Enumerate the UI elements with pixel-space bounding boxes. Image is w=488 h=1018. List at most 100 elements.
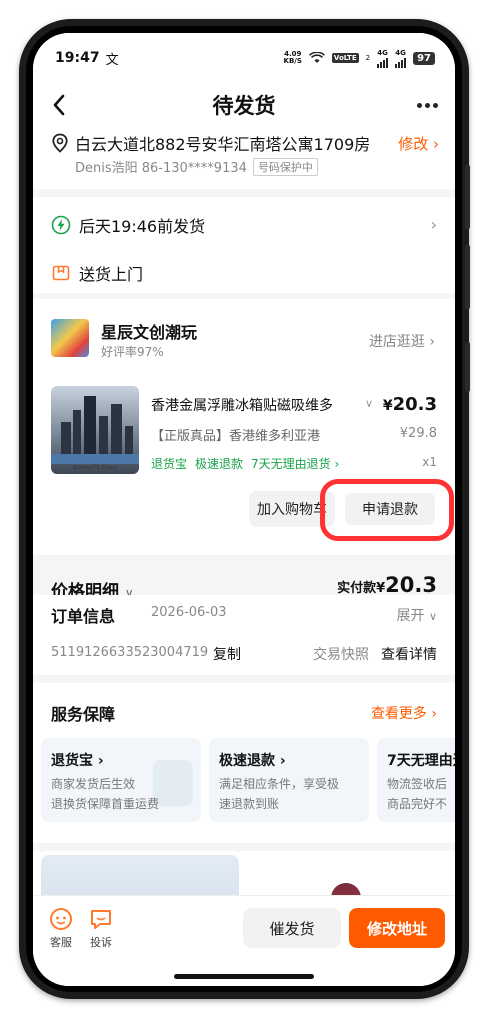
number-protection-badge: 号码保护中 bbox=[252, 157, 318, 176]
power-button bbox=[465, 342, 470, 392]
home-indicator[interactable] bbox=[174, 974, 314, 979]
product-subtitle: 【正版真品】香港维多利亚港 bbox=[151, 429, 321, 444]
price-symbol: ¥ bbox=[382, 398, 393, 414]
signal-1: 4G bbox=[377, 48, 389, 68]
more-options-icon[interactable] bbox=[417, 97, 441, 113]
product-price: ¥20.3 bbox=[383, 394, 437, 415]
service-card-fast-refund[interactable]: 极速退款 › 满足相应条件，享受极 速退款到账 bbox=[209, 738, 369, 822]
actual-payment: 实付款¥20.3 bbox=[337, 573, 437, 597]
copy-button[interactable]: 复制 bbox=[213, 644, 241, 664]
volte-badge: VoLTE bbox=[331, 53, 359, 63]
sim-index: 2 bbox=[365, 54, 371, 62]
service-card-desc: 商家发货后生效 退换货保障首重运费 bbox=[51, 774, 191, 814]
actual-payment-value: 20.3 bbox=[385, 573, 437, 597]
order-info-section: 订单信息 2026-06-03 展开 ∨ 5119126633523004719… bbox=[33, 595, 455, 675]
view-more-link[interactable]: 查看更多 › bbox=[371, 703, 437, 723]
service-card-desc-line: 满足相应条件，享受极 bbox=[219, 777, 340, 791]
address-section[interactable]: 白云大道北882号安华汇南塔公寓1709房 修改 › Denis浩阳 86-13… bbox=[33, 127, 455, 189]
service-card-desc-line: 退换货保障首重运费 bbox=[51, 797, 160, 811]
delivery-method-row: 送货上门 bbox=[51, 261, 143, 285]
service-card-title: 退货宝 › bbox=[51, 753, 104, 769]
service-card-desc-line: 物流签收后 bbox=[387, 777, 448, 791]
service-card-desc-line: 商家发货后生效 bbox=[51, 777, 136, 791]
product-title[interactable]: 香港金属浮雕冰箱贴磁吸维多 bbox=[151, 395, 361, 415]
language-icon: 文 bbox=[105, 52, 119, 68]
order-info-title: 订单信息 bbox=[51, 607, 116, 626]
service-card-desc: 满足相应条件，享受极 速退款到账 bbox=[219, 774, 359, 814]
status-bar: 19:47 文 4.09 KB/S VoLTE 2 4G 4G 97 bbox=[33, 33, 455, 83]
order-number: 5119126633523004719 bbox=[51, 645, 209, 660]
quantity: x1 bbox=[422, 455, 437, 469]
complaint-button[interactable]: 投诉 bbox=[85, 906, 117, 950]
net-type-1: 4G bbox=[377, 48, 388, 57]
chevron-down-icon: ∨ bbox=[428, 610, 437, 623]
actual-payment-label: 实付款¥ bbox=[337, 581, 386, 596]
view-details-link[interactable]: 查看详情 bbox=[381, 644, 437, 664]
app-screen: 19:47 文 4.09 KB/S VoLTE 2 4G 4G 97 待发货 白… bbox=[33, 33, 455, 986]
ship-time-row[interactable]: 后天19:46前发货 bbox=[51, 213, 205, 237]
service-card-return-insurance[interactable]: 退货宝 › 商家发货后生效 退换货保障首重运费 bbox=[41, 738, 201, 822]
volume-up-button bbox=[465, 165, 470, 229]
tag-return-insurance: 退货宝 bbox=[151, 457, 188, 471]
customer-service-label: 客服 bbox=[50, 936, 72, 949]
status-time: 19:47 bbox=[55, 50, 100, 66]
wifi-icon bbox=[308, 52, 325, 63]
price-value: 20.3 bbox=[392, 394, 437, 415]
nav-bar: 待发货 bbox=[33, 83, 455, 127]
lightning-icon bbox=[51, 215, 71, 235]
back-arrow-icon[interactable] bbox=[47, 92, 73, 118]
net-speed: 4.09 KB/S bbox=[284, 51, 302, 65]
battery-icon: 97 bbox=[413, 51, 435, 65]
delivery-section: 后天19:46前发货 › 送货上门 bbox=[33, 197, 455, 293]
urge-shipment-button[interactable]: 催发货 bbox=[243, 908, 341, 948]
service-title: 服务保障 bbox=[51, 705, 116, 724]
service-card-desc: 物流签收后 商品完好不 bbox=[387, 774, 455, 814]
shop-name[interactable]: 星辰文创潮玩 bbox=[101, 319, 197, 343]
package-icon bbox=[52, 265, 70, 281]
volume-down-button bbox=[465, 245, 470, 309]
order-item-section: 星辰文创潮玩 好评率97% 进店逛逛 › 80mm×79.73mm 香港金属浮雕… bbox=[33, 299, 455, 602]
service-card-desc-line: 速退款到账 bbox=[219, 797, 280, 811]
product-image[interactable]: 80mm×79.73mm bbox=[51, 386, 139, 474]
contact-text: Denis浩阳 86-130****9134 bbox=[75, 161, 247, 176]
original-price: ¥29.8 bbox=[399, 426, 437, 441]
complaint-label: 投诉 bbox=[90, 936, 112, 949]
address-line: 白云大道北882号安华汇南塔公寓1709房 bbox=[75, 135, 371, 154]
signal-bars-icon bbox=[377, 57, 389, 68]
customer-service-button[interactable]: 客服 bbox=[45, 906, 77, 950]
enter-shop-link[interactable]: 进店逛逛 › bbox=[369, 331, 435, 351]
order-date: 2026-06-03 bbox=[151, 605, 227, 620]
contact-info: Denis浩阳 86-130****9134 号码保护中 bbox=[75, 157, 318, 176]
service-section: 服务保障 查看更多 › 退货宝 › 商家发货后生效 退换货保障首重运费 极速退款… bbox=[33, 683, 455, 843]
service-tags[interactable]: 退货宝 极速退款 7天无理由退货 › bbox=[151, 455, 369, 472]
modify-address-button[interactable]: 修改地址 bbox=[349, 908, 445, 948]
location-pin-icon bbox=[52, 133, 68, 153]
edit-address-link[interactable]: 修改 › bbox=[398, 133, 439, 154]
service-card-7day-return[interactable]: 7天无理由退 物流签收后 商品完好不 bbox=[377, 738, 455, 822]
customer-service-icon bbox=[50, 908, 72, 930]
expand-toggle[interactable]: 展开 ∨ bbox=[396, 605, 437, 625]
signal-2: 4G bbox=[395, 48, 407, 68]
net-speed-unit: KB/S bbox=[283, 57, 302, 65]
chevron-right-icon: › bbox=[430, 215, 437, 234]
shop-logo[interactable] bbox=[51, 319, 89, 357]
service-card-title: 极速退款 › bbox=[219, 753, 286, 769]
product-image-caption: 80mm×79.73mm bbox=[72, 465, 118, 471]
delivery-method-text: 送货上门 bbox=[79, 265, 144, 284]
expand-label: 展开 bbox=[396, 608, 425, 624]
service-card-desc-line: 商品完好不 bbox=[387, 797, 448, 811]
complaint-icon bbox=[91, 910, 111, 929]
tag-fast-refund: 极速退款 bbox=[195, 457, 244, 471]
net-type-2: 4G bbox=[395, 48, 406, 57]
bottom-action-bar: 客服 投诉 催发货 修改地址 bbox=[33, 895, 455, 986]
request-refund-button[interactable]: 申请退款 bbox=[345, 493, 435, 525]
chevron-down-icon[interactable]: ∨ bbox=[365, 397, 373, 410]
page-title: 待发货 bbox=[212, 94, 276, 118]
shop-rating: 好评率97% bbox=[101, 345, 164, 359]
signal-bars-icon bbox=[395, 57, 407, 68]
tag-7day-return: 7天无理由退货 › bbox=[251, 457, 340, 471]
snapshot-link[interactable]: 交易快照 bbox=[313, 644, 369, 664]
service-card-title: 7天无理由退 bbox=[387, 753, 455, 769]
ship-time-text: 后天19:46前发货 bbox=[79, 217, 206, 236]
status-icons: 4.09 KB/S VoLTE 2 4G 4G 97 bbox=[284, 49, 435, 68]
